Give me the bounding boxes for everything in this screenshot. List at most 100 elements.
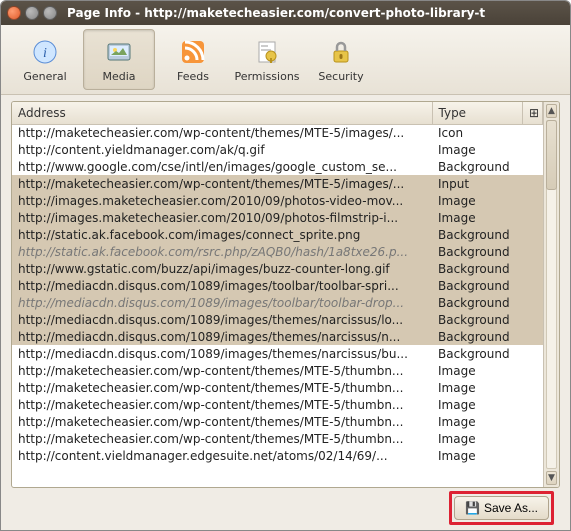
- cell-spacer: [523, 328, 543, 345]
- cell-address: http://maketecheasier.com/wp-content/the…: [12, 124, 432, 141]
- info-icon: i: [31, 36, 59, 68]
- cell-spacer: [523, 260, 543, 277]
- tab-permissions[interactable]: Permissions: [231, 29, 303, 90]
- cell-type: Background: [432, 260, 523, 277]
- cell-type: Background: [432, 311, 523, 328]
- table-row[interactable]: http://maketecheasier.com/wp-content/the…: [12, 124, 543, 141]
- cell-type: Image: [432, 362, 523, 379]
- table-row[interactable]: http://mediacdn.disqus.com/1089/images/t…: [12, 345, 543, 362]
- cell-address: http://images.maketecheasier.com/2010/09…: [12, 209, 432, 226]
- cell-address: http://mediacdn.disqus.com/1089/images/t…: [12, 294, 432, 311]
- cell-spacer: [523, 362, 543, 379]
- cell-spacer: [523, 158, 543, 175]
- table-row[interactable]: http://maketecheasier.com/wp-content/the…: [12, 379, 543, 396]
- cell-spacer: [523, 192, 543, 209]
- cell-type: Image: [432, 430, 523, 447]
- cell-spacer: [523, 141, 543, 158]
- cell-spacer: [523, 430, 543, 447]
- cell-type: Input: [432, 175, 523, 192]
- tab-feeds[interactable]: Feeds: [157, 29, 229, 90]
- table-row[interactable]: http://images.maketecheasier.com/2010/09…: [12, 209, 543, 226]
- media-icon: [105, 36, 133, 68]
- table-row[interactable]: http://mediacdn.disqus.com/1089/images/t…: [12, 328, 543, 345]
- cell-type: Background: [432, 243, 523, 260]
- table-row[interactable]: http://mediacdn.disqus.com/1089/images/t…: [12, 277, 543, 294]
- cell-address: http://maketecheasier.com/wp-content/the…: [12, 413, 432, 430]
- media-table: Address Type ⊞ http://maketecheasier.com…: [12, 102, 543, 464]
- cell-spacer: [523, 345, 543, 362]
- cell-spacer: [523, 243, 543, 260]
- cell-type: Icon: [432, 124, 523, 141]
- tab-media[interactable]: Media: [83, 29, 155, 90]
- minimize-icon[interactable]: [25, 6, 39, 20]
- permissions-icon: [253, 36, 281, 68]
- page-info-window: Page Info - http://maketecheasier.com/co…: [0, 0, 571, 531]
- cell-spacer: [523, 379, 543, 396]
- vertical-scrollbar[interactable]: ▲ ▼: [543, 102, 559, 487]
- cell-address: http://content.yieldmanager.com/ak/q.gif: [12, 141, 432, 158]
- tab-label: General: [23, 70, 66, 83]
- scroll-thumb[interactable]: [546, 120, 557, 190]
- cell-type: Background: [432, 277, 523, 294]
- table-row[interactable]: http://maketecheasier.com/wp-content/the…: [12, 396, 543, 413]
- cell-type: Background: [432, 328, 523, 345]
- cell-spacer: [523, 396, 543, 413]
- table-row[interactable]: http://www.google.com/cse/intl/en/images…: [12, 158, 543, 175]
- table-row[interactable]: http://images.maketecheasier.com/2010/09…: [12, 192, 543, 209]
- tab-label: Media: [102, 70, 135, 83]
- table-row[interactable]: http://maketecheasier.com/wp-content/the…: [12, 362, 543, 379]
- cell-spacer: [523, 277, 543, 294]
- table-body: http://maketecheasier.com/wp-content/the…: [12, 124, 543, 464]
- cell-address: http://maketecheasier.com/wp-content/the…: [12, 396, 432, 413]
- window-title: Page Info - http://maketecheasier.com/co…: [67, 6, 564, 20]
- table-row[interactable]: http://maketecheasier.com/wp-content/the…: [12, 413, 543, 430]
- cell-type: Image: [432, 413, 523, 430]
- table-row[interactable]: http://mediacdn.disqus.com/1089/images/t…: [12, 311, 543, 328]
- column-picker[interactable]: ⊞: [523, 102, 543, 124]
- scroll-down-icon[interactable]: ▼: [546, 471, 557, 485]
- cell-address: http://maketecheasier.com/wp-content/the…: [12, 175, 432, 192]
- cell-address: http://maketecheasier.com/wp-content/the…: [12, 362, 432, 379]
- cell-address: http://www.gstatic.com/buzz/api/images/b…: [12, 260, 432, 277]
- tab-security[interactable]: Security: [305, 29, 377, 90]
- cell-type: Background: [432, 345, 523, 362]
- cell-type: Background: [432, 226, 523, 243]
- cell-type: Image: [432, 379, 523, 396]
- tab-label: Security: [318, 70, 363, 83]
- table-row[interactable]: http://mediacdn.disqus.com/1089/images/t…: [12, 294, 543, 311]
- cell-address: http://www.google.com/cse/intl/en/images…: [12, 158, 432, 175]
- content-area: Address Type ⊞ http://maketecheasier.com…: [1, 95, 570, 530]
- cell-address: http://maketecheasier.com/wp-content/the…: [12, 379, 432, 396]
- save-highlight: 💾 Save As...: [449, 491, 554, 525]
- table-row[interactable]: http://static.ak.facebook.com/rsrc.php/z…: [12, 243, 543, 260]
- save-as-button[interactable]: 💾 Save As...: [454, 496, 549, 520]
- titlebar[interactable]: Page Info - http://maketecheasier.com/co…: [1, 1, 570, 25]
- column-header-address[interactable]: Address: [12, 102, 432, 124]
- column-header-type[interactable]: Type: [432, 102, 523, 124]
- cell-spacer: [523, 447, 543, 464]
- media-table-scroll[interactable]: Address Type ⊞ http://maketecheasier.com…: [12, 102, 543, 487]
- maximize-icon[interactable]: [43, 6, 57, 20]
- cell-type: Image: [432, 396, 523, 413]
- table-row[interactable]: http://content.vieldmanager.edgesuite.ne…: [12, 447, 543, 464]
- scroll-up-icon[interactable]: ▲: [546, 104, 557, 118]
- cell-address: http://images.maketecheasier.com/2010/09…: [12, 192, 432, 209]
- table-row[interactable]: http://www.gstatic.com/buzz/api/images/b…: [12, 260, 543, 277]
- toolbar: i General Media Feeds Permissions: [1, 25, 570, 95]
- tab-general[interactable]: i General: [9, 29, 81, 90]
- close-icon[interactable]: [7, 6, 21, 20]
- table-row[interactable]: http://content.yieldmanager.com/ak/q.gif…: [12, 141, 543, 158]
- cell-spacer: [523, 413, 543, 430]
- save-as-label: Save As...: [484, 501, 538, 515]
- cell-address: http://mediacdn.disqus.com/1089/images/t…: [12, 328, 432, 345]
- table-row[interactable]: http://maketecheasier.com/wp-content/the…: [12, 175, 543, 192]
- table-row[interactable]: http://maketecheasier.com/wp-content/the…: [12, 430, 543, 447]
- cell-address: http://mediacdn.disqus.com/1089/images/t…: [12, 311, 432, 328]
- cell-spacer: [523, 209, 543, 226]
- footer: 💾 Save As...: [11, 488, 560, 528]
- table-row[interactable]: http://static.ak.facebook.com/images/con…: [12, 226, 543, 243]
- cell-address: http://mediacdn.disqus.com/1089/images/t…: [12, 277, 432, 294]
- feeds-icon: [179, 36, 207, 68]
- cell-type: Image: [432, 209, 523, 226]
- cell-type: Image: [432, 447, 523, 464]
